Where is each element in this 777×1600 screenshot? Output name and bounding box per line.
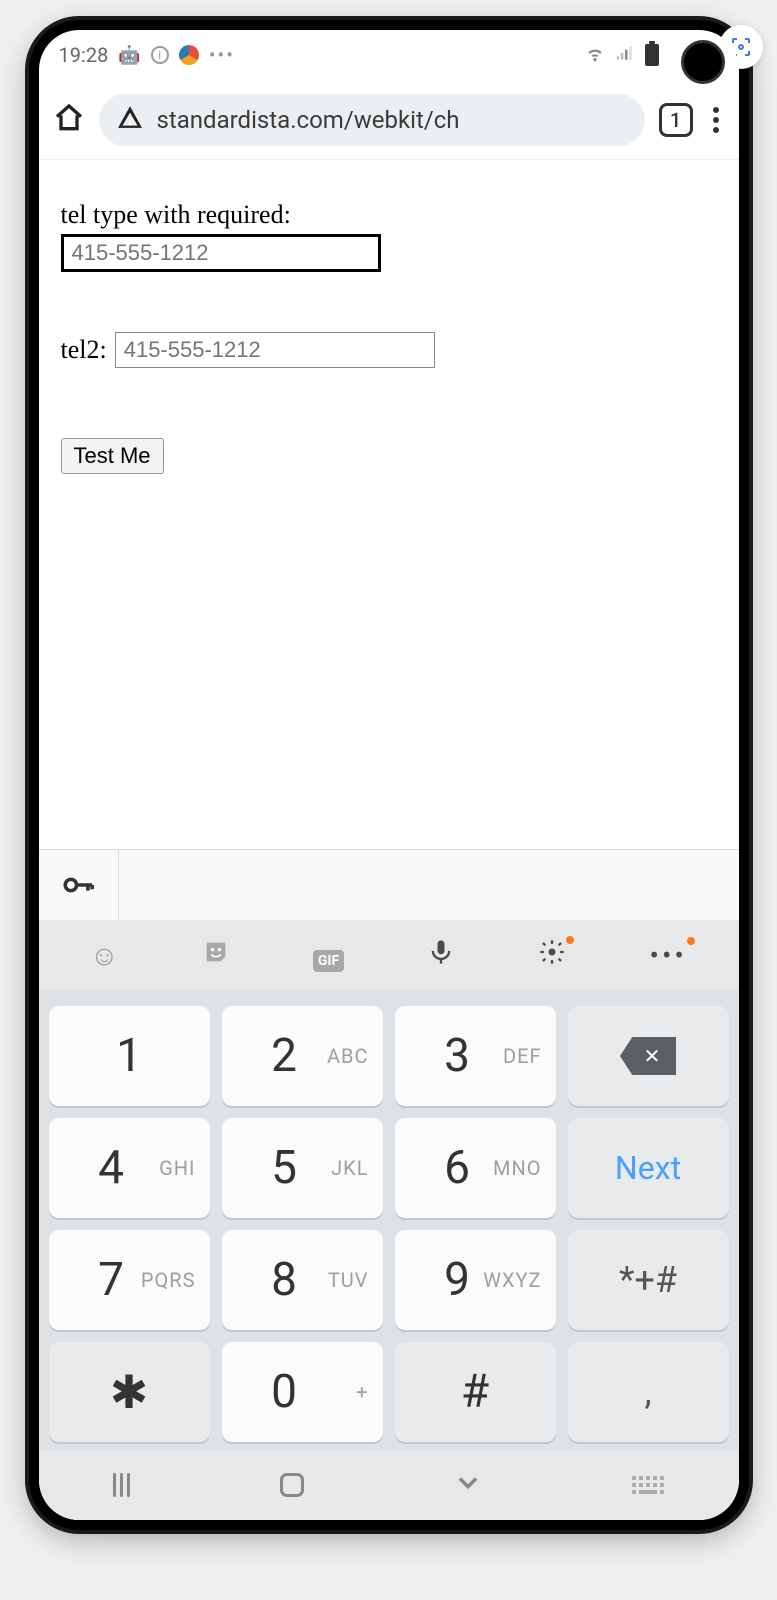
tel2-input[interactable] xyxy=(115,332,435,368)
url-text: standardista.com/webkit/ch xyxy=(157,106,460,134)
status-bar: 19:28 🤖 i ••• xyxy=(39,30,739,80)
key-6[interactable]: 6MNO xyxy=(395,1118,556,1218)
backspace-icon: ✕ xyxy=(620,1037,676,1075)
key-symbols[interactable]: *+# xyxy=(568,1230,729,1330)
home-icon[interactable] xyxy=(53,102,85,138)
info-icon: i xyxy=(151,46,169,64)
cellular-signal-icon xyxy=(615,43,635,68)
password-key-icon[interactable] xyxy=(39,850,119,920)
wifi-icon xyxy=(585,43,605,68)
android-icon: 🤖 xyxy=(118,45,140,66)
keyboard-more-icon[interactable]: ••• xyxy=(650,939,687,972)
key-5[interactable]: 5JKL xyxy=(222,1118,383,1218)
sticker-icon[interactable] xyxy=(202,938,230,973)
phone-frame: 19:28 🤖 i ••• xyxy=(29,20,749,1530)
test-me-button[interactable]: Test Me xyxy=(61,438,164,474)
key-next[interactable]: Next xyxy=(568,1118,729,1218)
tel1-input[interactable] xyxy=(61,234,381,272)
status-more-icon: ••• xyxy=(209,43,235,67)
keyboard: ☺ GIF ••• 1 2ABC 3DEF ✕ 4 xyxy=(39,849,739,1520)
key-star[interactable]: ✱ xyxy=(49,1342,210,1442)
system-nav-bar xyxy=(39,1450,739,1520)
nav-home-icon[interactable] xyxy=(280,1473,304,1497)
key-hash[interactable]: # xyxy=(395,1342,556,1442)
key-7[interactable]: 7PQRS xyxy=(49,1230,210,1330)
key-3[interactable]: 3DEF xyxy=(395,1006,556,1106)
voice-input-icon[interactable] xyxy=(427,938,455,973)
gif-icon[interactable]: GIF xyxy=(313,939,344,972)
tab-count-button[interactable]: 1 xyxy=(659,103,693,137)
status-time: 19:28 xyxy=(59,43,109,67)
nav-recents-icon[interactable] xyxy=(113,1473,130,1497)
nav-keyboard-switch-icon[interactable] xyxy=(632,1476,664,1494)
keyboard-toolbar: ☺ GIF ••• xyxy=(39,920,739,990)
browser-menu-icon[interactable] xyxy=(707,107,725,133)
address-bar[interactable]: standardista.com/webkit/ch xyxy=(99,94,645,146)
tel2-label: tel2: xyxy=(61,335,107,365)
tel1-label: tel type with required: xyxy=(61,200,717,230)
key-4[interactable]: 4GHI xyxy=(49,1118,210,1218)
nav-back-icon[interactable] xyxy=(454,1468,482,1503)
browser-toolbar: standardista.com/webkit/ch 1 xyxy=(39,80,739,160)
insecure-warning-icon xyxy=(117,104,143,136)
keyboard-settings-icon[interactable] xyxy=(538,938,566,973)
emoji-icon[interactable]: ☺ xyxy=(90,939,119,972)
browser-app-icon xyxy=(179,45,199,65)
key-comma[interactable]: , xyxy=(568,1342,729,1442)
key-8[interactable]: 8TUV xyxy=(222,1230,383,1330)
camera-hole xyxy=(681,40,725,84)
key-2[interactable]: 2ABC xyxy=(222,1006,383,1106)
battery-icon xyxy=(645,44,659,66)
key-backspace[interactable]: ✕ xyxy=(568,1006,729,1106)
password-suggestion-strip xyxy=(39,850,739,920)
key-0[interactable]: 0+ xyxy=(222,1342,383,1442)
numeric-keypad: 1 2ABC 3DEF ✕ 4GHI 5JKL 6MNO Next 7PQRS … xyxy=(39,990,739,1450)
page-content: tel type with required: tel2: Test Me xyxy=(39,160,739,849)
key-9[interactable]: 9WXYZ xyxy=(395,1230,556,1330)
key-1[interactable]: 1 xyxy=(49,1006,210,1106)
